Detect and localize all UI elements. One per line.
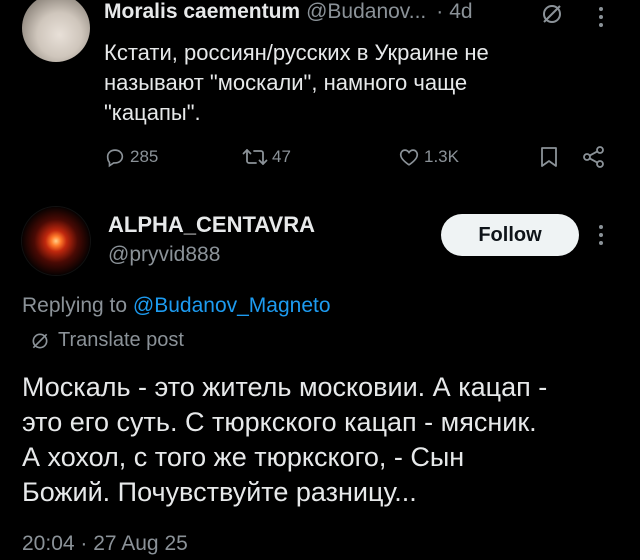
display-name[interactable]: ALPHA_CENTAVRA <box>108 212 315 238</box>
post-text: Москаль - это житель московии. А кацап -… <box>22 370 632 510</box>
reply-count: 285 <box>130 147 159 166</box>
post-text-line: А хохол, с того же тюркского, - Сын <box>22 442 465 472</box>
post-text-line: "кацапы". <box>104 100 201 125</box>
replying-to: Replying to @Budanov_Magneto <box>22 294 331 318</box>
separator-dot: · <box>436 0 444 23</box>
replying-handle-link[interactable]: @Budanov_Magneto <box>133 294 331 317</box>
share-icon[interactable] <box>582 146 606 168</box>
post-text-line: Кстати, россиян/русских в Украине не <box>104 40 489 65</box>
follow-button[interactable]: Follow <box>441 214 579 256</box>
replying-label: Replying to <box>22 294 133 317</box>
post-text-line: Москаль - это житель московии. А кацап - <box>22 372 548 402</box>
post-text-line: называют "москали", намного чаще <box>104 70 468 95</box>
like-button[interactable]: 1.3K <box>398 146 459 168</box>
translate-icon <box>30 331 50 351</box>
post-time[interactable]: 4d <box>449 0 472 24</box>
post-text-line: это его суть. С тюркского кацап - мясник… <box>22 407 537 437</box>
more-icon[interactable] <box>598 224 604 246</box>
like-count: 1.3K <box>424 147 459 166</box>
avatar[interactable] <box>22 207 90 275</box>
reply-button[interactable]: 285 <box>104 146 158 168</box>
reply-icon <box>104 146 126 168</box>
repost-count: 47 <box>272 147 291 166</box>
display-name[interactable]: Moralis caementum <box>104 0 300 24</box>
user-handle[interactable]: @pryvid888 <box>108 243 220 267</box>
translate-post-button[interactable]: Translate post <box>30 329 184 352</box>
tweet-header: Moralis caementum @Budanov... · 4d <box>104 0 473 24</box>
bookmark-icon[interactable] <box>540 146 558 168</box>
post-text: Кстати, россиян/русских в Украине не наз… <box>104 38 624 128</box>
repost-icon <box>242 146 268 168</box>
more-icon[interactable] <box>598 6 604 28</box>
repost-button[interactable]: 47 <box>242 146 291 168</box>
avatar[interactable] <box>22 0 90 62</box>
translate-label: Translate post <box>58 329 184 351</box>
user-handle[interactable]: @Budanov... <box>306 0 426 24</box>
post-text-line: Божий. Почувствуйте разницу... <box>22 477 417 507</box>
grok-icon[interactable] <box>540 2 564 26</box>
post-timestamp[interactable]: 20:04 · 27 Aug 25 <box>22 532 188 556</box>
like-icon <box>398 146 420 168</box>
